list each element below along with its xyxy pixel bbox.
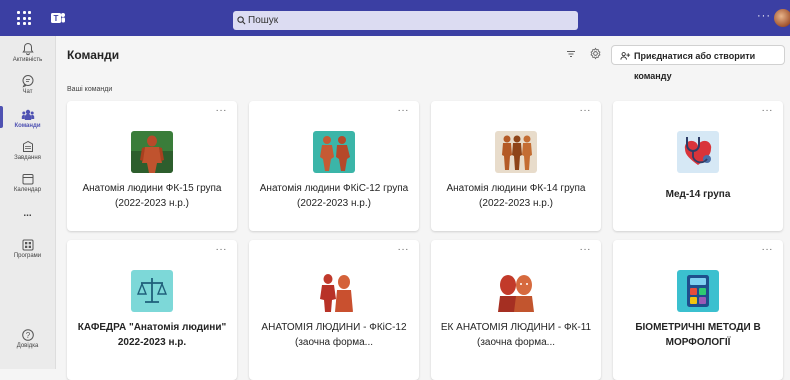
rail-item-apps[interactable]: Програми [0, 238, 55, 259]
top-bar: T Пошук ··· [0, 0, 790, 36]
team-card[interactable]: ··· Мед-14 група [613, 101, 783, 231]
chat-icon [21, 75, 33, 88]
join-or-create-team-button[interactable]: Приєднатися або створити команду [611, 45, 785, 81]
rail-item-calendar[interactable]: Календар [0, 172, 55, 193]
team-name: Мед-14 група [665, 189, 731, 200]
app-rail: Активність Чат Команди Завдання Календар… [0, 36, 56, 369]
more-options-icon[interactable]: ··· [757, 10, 771, 22]
app-launcher-icon[interactable] [17, 11, 31, 25]
anatomy-figures-orange-icon [495, 131, 537, 173]
rail-item-activity[interactable]: Активність [0, 42, 55, 63]
avatar[interactable] [774, 9, 790, 27]
svg-text:?: ? [25, 331, 30, 340]
apps-icon [22, 239, 33, 251]
add-team-icon [620, 52, 631, 60]
search-input[interactable]: Пошук [233, 11, 578, 30]
more-options-icon[interactable]: ··· [216, 244, 228, 255]
rail-label-teams: Команди [14, 123, 41, 129]
anatomy-muscle-figure-icon [131, 131, 173, 173]
more-options-icon[interactable]: ··· [398, 244, 410, 255]
rail-label-chat: Чат [22, 89, 33, 95]
anatomy-heads-red-icon [495, 270, 537, 312]
more-options-icon[interactable]: ··· [580, 244, 592, 255]
filter-icon[interactable] [566, 49, 576, 59]
team-card[interactable]: ··· Анатомія людини ФКіС-12 група (2022-… [249, 101, 419, 231]
search-placeholder: Пошук [248, 15, 279, 26]
rail-more-apps[interactable]: ... [0, 208, 55, 219]
more-options-icon[interactable]: ··· [762, 105, 774, 116]
calendar-icon [22, 174, 33, 185]
team-card[interactable]: ··· ЕК АНАТОМІЯ ЛЮДИНИ - ФК-11 (заочна ф… [431, 240, 601, 380]
stethoscope-heart-icon [677, 131, 719, 173]
team-card[interactable]: ··· БІОМЕТРИЧНІ МЕТОДИ В МОРФОЛОГІЇ [613, 240, 783, 380]
page-title: Команди [67, 48, 120, 62]
gear-icon[interactable] [589, 47, 602, 60]
team-name: КАФЕДРА "Анатомія людини" 2022-2023 н.р. [77, 322, 227, 348]
team-name: Анатомія людини ФК-15 група (2022-2023 н… [82, 183, 222, 209]
team-name: Анатомія людини ФК-14 група (2022-2023 н… [446, 183, 586, 209]
assignments-icon [22, 140, 33, 152]
team-name: Анатомія людини ФКіС-12 група (2022-2023… [259, 183, 409, 209]
search-icon [237, 16, 246, 25]
help-icon: ? [21, 329, 34, 341]
teams-icon [21, 109, 34, 120]
team-name: ЕК АНАТОМІЯ ЛЮДИНИ - ФК-11 (заочна форма… [440, 322, 592, 348]
more-options-icon[interactable]: ··· [762, 244, 774, 255]
svg-text:T: T [54, 14, 59, 23]
bell-icon [21, 42, 34, 56]
rail-label-activity: Активність [12, 57, 43, 63]
team-card[interactable]: ··· АНАТОМІЯ ЛЮДИНИ - ФКіС-12 (заочна фо… [249, 240, 419, 380]
section-label: Ваші команди [67, 86, 113, 93]
rail-item-assignments[interactable]: Завдання [0, 140, 55, 161]
more-options-icon[interactable]: ··· [398, 105, 410, 116]
anatomy-body-red-icon [313, 270, 355, 312]
rail-item-chat[interactable]: Чат [0, 74, 55, 95]
team-card[interactable]: ··· Анатомія людини ФК-15 група (2022-20… [67, 101, 237, 231]
rail-label-help: Довідка [16, 343, 39, 349]
team-name: АНАТОМІЯ ЛЮДИНИ - ФКіС-12 (заочна форма.… [261, 322, 407, 348]
anatomy-figures-teal-icon [313, 131, 355, 173]
more-apps-icon: ... [23, 208, 32, 219]
team-card[interactable]: ··· КАФЕДРА "Анатомія людини" 2022-2023 … [67, 240, 237, 380]
more-options-icon[interactable]: ··· [580, 105, 592, 116]
rail-label-calendar: Календар [13, 187, 42, 193]
more-options-icon[interactable]: ··· [216, 105, 228, 116]
team-card[interactable]: ··· Анатомія людини ФК-14 група (2022-20… [431, 101, 601, 231]
rail-label-assignments: Завдання [14, 155, 41, 161]
calculator-icon [677, 270, 719, 312]
team-name: БІОМЕТРИЧНІ МЕТОДИ В МОРФОЛОГІЇ [635, 322, 761, 348]
rail-label-apps: Програми [13, 253, 42, 259]
scales-icon [131, 270, 173, 312]
rail-item-help[interactable]: ? Довідка [0, 328, 55, 349]
rail-item-teams[interactable]: Команди [0, 108, 55, 129]
join-button-label: Приєднатися або створити команду [634, 51, 756, 81]
teams-logo-icon: T [51, 13, 65, 23]
